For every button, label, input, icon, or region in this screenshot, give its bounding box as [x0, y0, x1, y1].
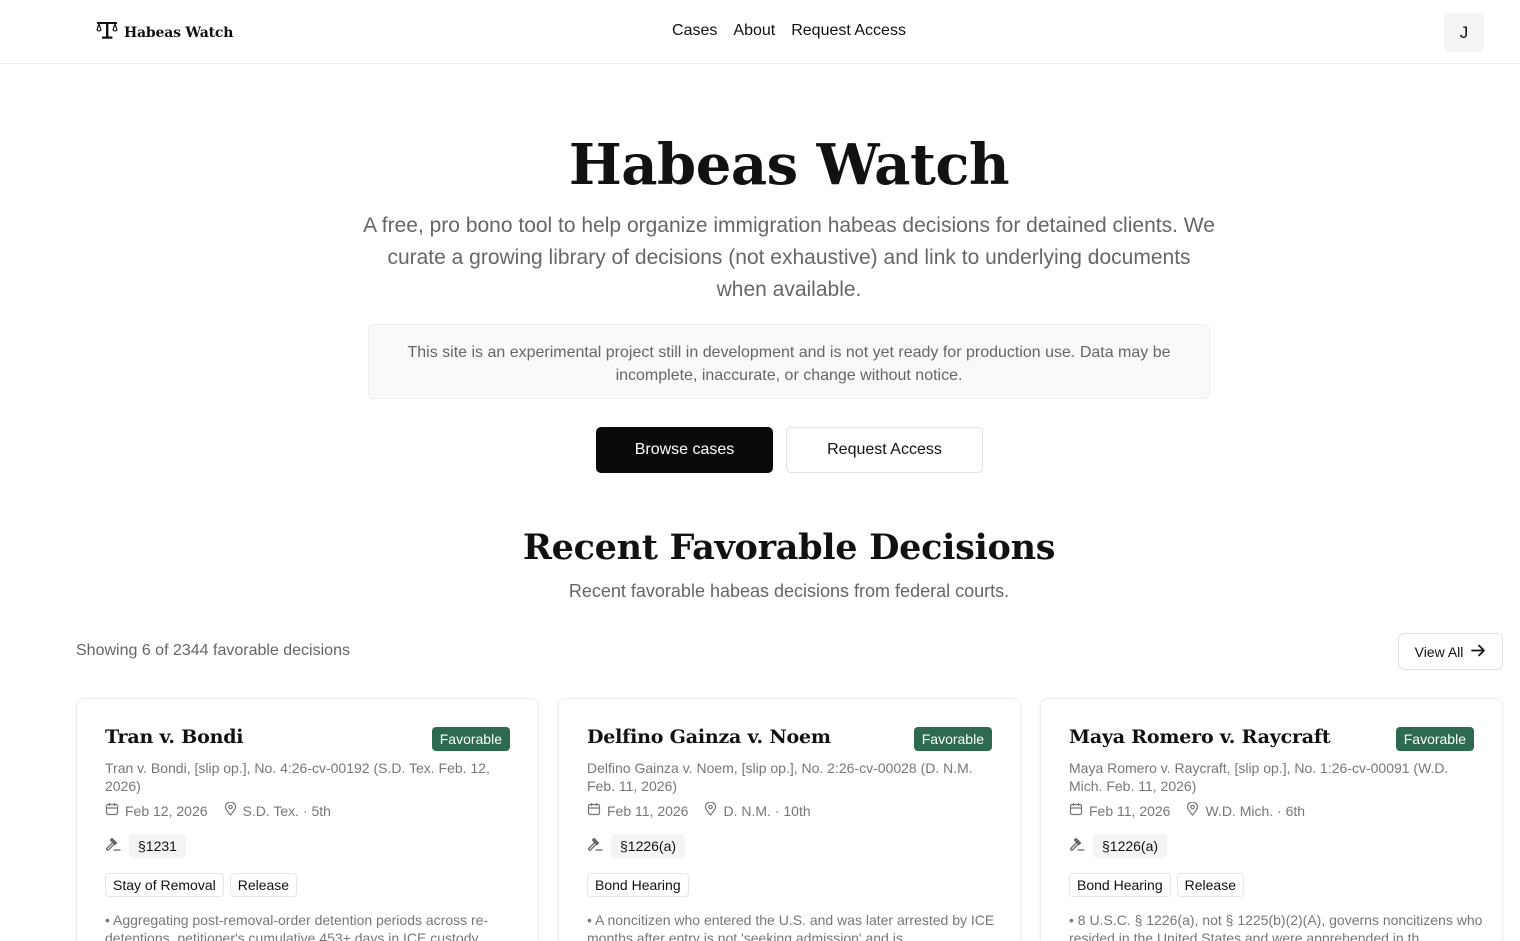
hero-title: Habeas Watch [568, 132, 1010, 198]
nav-about[interactable]: About [733, 22, 775, 40]
case-meta: Feb 12, 2026 S.D. Tex. · 5th [105, 801, 331, 819]
relief-tags: Stay of Removal Release [105, 873, 298, 897]
case-summary: • A noncitizen who entered the U.S. and … [587, 912, 995, 941]
statute-chip[interactable]: §1231 [129, 834, 186, 858]
view-all-button[interactable]: View All [1398, 633, 1503, 670]
case-citation: Maya Romero v. Raycraft, [slip op.], No.… [1069, 760, 1449, 794]
statute-row: §1226(a) [587, 834, 686, 858]
map-pin-icon [224, 801, 237, 819]
calendar-icon [1069, 802, 1083, 819]
hero-description: A free, pro bono tool to help organize i… [363, 214, 1215, 301]
results-count: Showing 6 of 2344 favorable decisions [76, 642, 350, 659]
browse-cases-button[interactable]: Browse cases [596, 427, 773, 473]
section-title: Recent Favorable Decisions [522, 527, 1056, 568]
calendar-icon [587, 802, 601, 819]
case-court: D. N.M. · 10th [723, 802, 811, 819]
case-title[interactable]: Tran v. Bondi [105, 726, 244, 748]
favorable-badge: Favorable [1395, 727, 1474, 751]
arrow-right-icon [1471, 644, 1486, 660]
case-date: Feb 11, 2026 [1089, 802, 1171, 819]
request-access-button[interactable]: Request Access [786, 427, 983, 473]
gavel-icon [105, 836, 121, 857]
relief-tag[interactable]: Release [229, 873, 298, 897]
nav-request-access[interactable]: Request Access [791, 22, 906, 40]
gavel-icon [1069, 836, 1085, 857]
case-court: S.D. Tex. · 5th [242, 802, 331, 819]
case-summary: • 8 U.S.C. § 1226(a), not § 1225(b)(2)(A… [1069, 912, 1483, 941]
map-pin-icon [704, 801, 717, 819]
case-meta: Feb 11, 2026 W.D. Mich. · 6th [1069, 801, 1306, 819]
relief-tag[interactable]: Bond Hearing [1069, 873, 1171, 897]
decision-card[interactable]: Delfino Gainza v. Noem Favorable Delfino… [558, 698, 1021, 941]
relief-tag[interactable]: Bond Hearing [587, 873, 689, 897]
case-meta: Feb 11, 2026 D. N.M. · 10th [587, 801, 811, 819]
case-citation: Delfino Gainza v. Noem, [slip op.], No. … [587, 760, 973, 794]
statute-chip[interactable]: §1226(a) [1093, 834, 1168, 858]
section-subtitle: Recent favorable habeas decisions from f… [568, 581, 1010, 601]
case-date: Feb 11, 2026 [607, 802, 689, 819]
nav-cases[interactable]: Cases [672, 22, 717, 40]
development-notice: This site is an experimental project sti… [368, 324, 1210, 399]
case-date: Feb 12, 2026 [125, 802, 208, 819]
case-citation: Tran v. Bondi, [slip op.], No. 4:26-cv-0… [105, 760, 490, 794]
decision-card[interactable]: Tran v. Bondi Favorable Tran v. Bondi, [… [76, 698, 539, 941]
statute-chip[interactable]: §1226(a) [611, 834, 686, 858]
decision-card[interactable]: Maya Romero v. Raycraft Favorable Maya R… [1040, 698, 1503, 941]
case-summary: • Aggregating post-removal-order detenti… [105, 912, 489, 941]
case-court: W.D. Mich. · 6th [1205, 802, 1306, 819]
site-header: Habeas Watch Cases About Request Access … [0, 0, 1520, 64]
user-avatar-button[interactable]: J [1444, 13, 1484, 52]
main-nav: Cases About Request Access [0, 22, 1520, 40]
relief-tag[interactable]: Stay of Removal [105, 873, 224, 897]
relief-tag[interactable]: Release [1176, 873, 1244, 897]
statute-row: §1226(a) [1069, 834, 1168, 858]
map-pin-icon [1186, 801, 1199, 819]
case-title[interactable]: Delfino Gainza v. Noem [587, 726, 831, 748]
statute-row: §1231 [105, 834, 186, 858]
case-title[interactable]: Maya Romero v. Raycraft [1069, 726, 1331, 748]
calendar-icon [105, 802, 119, 819]
gavel-icon [587, 836, 603, 857]
relief-tags: Bond Hearing Release [1069, 873, 1244, 897]
relief-tags: Bond Hearing [587, 873, 689, 897]
view-all-label: View All [1414, 643, 1464, 660]
favorable-badge: Favorable [913, 727, 992, 751]
favorable-badge: Favorable [431, 727, 510, 751]
